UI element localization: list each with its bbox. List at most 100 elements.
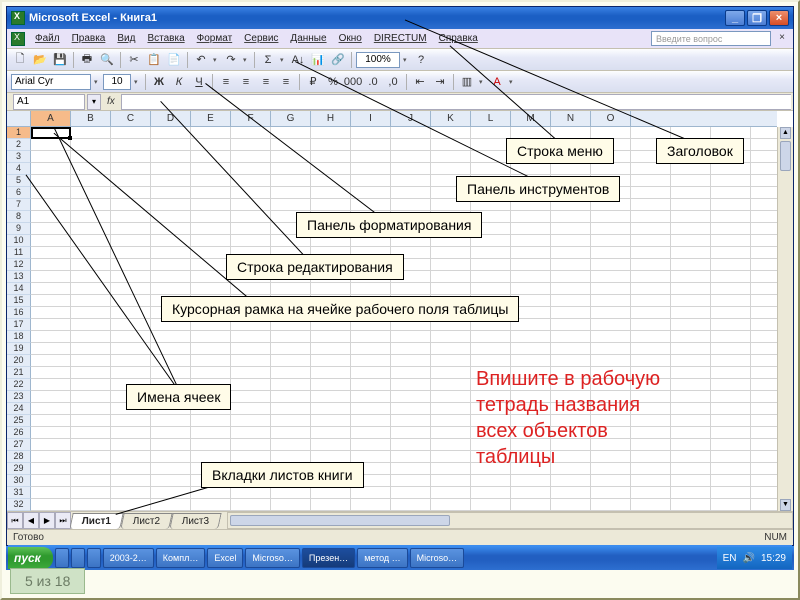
menu-file[interactable]: Файл: [29, 31, 66, 46]
task-item[interactable]: Excel: [207, 548, 243, 568]
indent-button[interactable]: ⇥: [431, 73, 449, 91]
hscroll-thumb[interactable]: [230, 515, 450, 526]
percent-button[interactable]: %: [324, 73, 342, 91]
redo-drop[interactable]: ▾: [242, 56, 250, 64]
save-icon[interactable]: 💾: [51, 51, 69, 69]
row-header-32[interactable]: 32: [7, 499, 31, 511]
column-headers[interactable]: ABCDEFGHIJKLMNO: [31, 111, 777, 127]
undo-icon[interactable]: ↶: [192, 51, 210, 69]
open-icon[interactable]: 📂: [31, 51, 49, 69]
select-all-corner[interactable]: [7, 111, 31, 127]
sort-icon[interactable]: A↓: [289, 51, 307, 69]
sheet-tab-2[interactable]: Лист2: [120, 513, 173, 529]
row-header-25[interactable]: 25: [7, 415, 31, 427]
row-header-6[interactable]: 6: [7, 187, 31, 199]
col-header-D[interactable]: D: [151, 111, 191, 126]
col-header-B[interactable]: B: [71, 111, 111, 126]
scroll-down-icon[interactable]: ▼: [780, 499, 791, 511]
row-header-31[interactable]: 31: [7, 487, 31, 499]
row-header-13[interactable]: 13: [7, 271, 31, 283]
underline-button[interactable]: Ч: [190, 73, 208, 91]
tab-nav-first[interactable]: ⏮: [7, 512, 23, 529]
align-right-button[interactable]: ≡: [257, 73, 275, 91]
autosum-drop[interactable]: ▾: [279, 56, 287, 64]
name-box[interactable]: A1: [13, 94, 85, 110]
copy-icon[interactable]: 📋: [145, 51, 163, 69]
row-header-28[interactable]: 28: [7, 451, 31, 463]
font-name-drop[interactable]: ▾: [93, 78, 101, 86]
border-button[interactable]: ▥: [458, 73, 476, 91]
col-header-C[interactable]: C: [111, 111, 151, 126]
row-header-2[interactable]: 2: [7, 139, 31, 151]
col-header-G[interactable]: G: [271, 111, 311, 126]
close-button[interactable]: ×: [769, 10, 789, 26]
task-item-active[interactable]: Презен…: [302, 548, 355, 568]
row-header-24[interactable]: 24: [7, 403, 31, 415]
row-headers[interactable]: 1234567891011121314151617181920212223242…: [7, 127, 31, 511]
outdent-button[interactable]: ⇤: [411, 73, 429, 91]
font-size-input[interactable]: 10: [103, 74, 131, 90]
col-header-F[interactable]: F: [231, 111, 271, 126]
row-header-20[interactable]: 20: [7, 355, 31, 367]
sheet-tab-1[interactable]: Лист1: [69, 513, 124, 529]
col-header-L[interactable]: L: [471, 111, 511, 126]
paste-icon[interactable]: 📄: [165, 51, 183, 69]
sheet-tab-3[interactable]: Лист3: [170, 513, 223, 529]
tab-nav-last[interactable]: ⏭: [55, 512, 71, 529]
row-header-30[interactable]: 30: [7, 475, 31, 487]
help-search-input[interactable]: Введите вопрос: [651, 31, 771, 46]
restore-button[interactable]: ❐: [747, 10, 767, 26]
tray-icon[interactable]: 🔊: [743, 553, 755, 564]
col-header-N[interactable]: N: [551, 111, 591, 126]
redo-icon[interactable]: ↷: [222, 51, 240, 69]
task-item[interactable]: Microso…: [245, 548, 300, 568]
formula-input[interactable]: [121, 94, 791, 110]
menu-window[interactable]: Окно: [333, 31, 368, 46]
name-box-drop[interactable]: ▾: [87, 94, 101, 110]
quick-launch-3[interactable]: [87, 548, 101, 568]
row-header-9[interactable]: 9: [7, 223, 31, 235]
task-item[interactable]: Компл…: [156, 548, 206, 568]
zoom-drop[interactable]: ▾: [402, 56, 410, 64]
horizontal-scrollbar[interactable]: [227, 512, 793, 529]
align-center-button[interactable]: ≡: [237, 73, 255, 91]
col-header-K[interactable]: K: [431, 111, 471, 126]
thousands-button[interactable]: 000: [344, 73, 362, 91]
col-header-O[interactable]: O: [591, 111, 631, 126]
italic-button[interactable]: К: [170, 73, 188, 91]
menu-view[interactable]: Вид: [111, 31, 141, 46]
row-header-11[interactable]: 11: [7, 247, 31, 259]
col-header-H[interactable]: H: [311, 111, 351, 126]
row-header-5[interactable]: 5: [7, 175, 31, 187]
col-header-E[interactable]: E: [191, 111, 231, 126]
new-icon[interactable]: 🗋: [11, 51, 29, 69]
col-header-J[interactable]: J: [391, 111, 431, 126]
system-tray[interactable]: EN 🔊 15:29: [717, 547, 792, 569]
task-item[interactable]: 2003-2…: [103, 548, 154, 568]
start-button[interactable]: пуск: [8, 547, 53, 569]
font-size-drop[interactable]: ▾: [133, 78, 141, 86]
row-header-29[interactable]: 29: [7, 463, 31, 475]
bold-button[interactable]: Ж: [150, 73, 168, 91]
lang-indicator[interactable]: EN: [723, 553, 737, 564]
row-header-21[interactable]: 21: [7, 367, 31, 379]
row-header-17[interactable]: 17: [7, 319, 31, 331]
scroll-up-icon[interactable]: ▲: [780, 127, 791, 139]
vscroll-thumb[interactable]: [780, 141, 791, 171]
row-header-4[interactable]: 4: [7, 163, 31, 175]
dec-dec-button[interactable]: ,0: [384, 73, 402, 91]
tab-nav-next[interactable]: ▶: [39, 512, 55, 529]
row-header-12[interactable]: 12: [7, 259, 31, 271]
task-item[interactable]: метод …: [357, 548, 407, 568]
zoom-input[interactable]: 100%: [356, 52, 400, 68]
row-header-18[interactable]: 18: [7, 331, 31, 343]
quick-launch-1[interactable]: [55, 548, 69, 568]
row-header-1[interactable]: 1: [7, 127, 31, 139]
menu-edit[interactable]: Правка: [66, 31, 112, 46]
col-header-I[interactable]: I: [351, 111, 391, 126]
currency-button[interactable]: ₽: [304, 73, 322, 91]
row-header-14[interactable]: 14: [7, 283, 31, 295]
menu-data[interactable]: Данные: [284, 31, 332, 46]
chart-icon[interactable]: 📊: [309, 51, 327, 69]
dec-inc-button[interactable]: .0: [364, 73, 382, 91]
